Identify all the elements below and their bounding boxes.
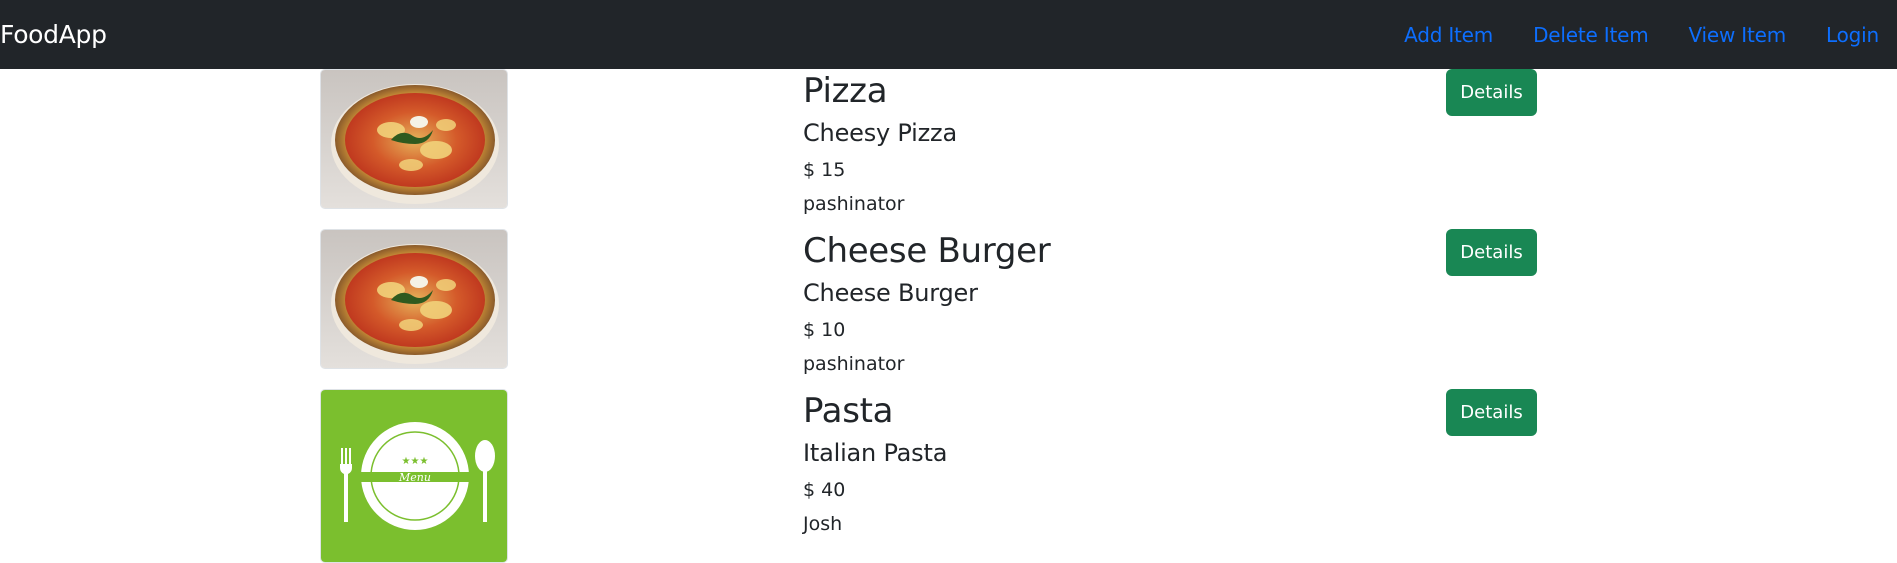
nav-delete-item-link[interactable]: Delete Item bbox=[1533, 23, 1649, 47]
brand-link[interactable]: FoodApp bbox=[0, 0, 107, 69]
nav-add-item-link[interactable]: Add Item bbox=[1404, 23, 1493, 47]
food-item: Cheese Burger Cheese Burger $ 10 pashina… bbox=[0, 229, 1897, 389]
svg-text:Menu: Menu bbox=[398, 471, 431, 484]
item-info: Pasta Italian Pasta $ 40 Josh bbox=[803, 389, 947, 537]
item-price: $ 40 bbox=[803, 479, 846, 501]
food-item: Pizza Cheesy Pizza $ 15 pashinator Detai… bbox=[0, 69, 1897, 229]
svg-text:★★★: ★★★ bbox=[402, 456, 429, 467]
item-info: Pizza Cheesy Pizza $ 15 pashinator bbox=[803, 69, 957, 217]
item-price: $ 10 bbox=[803, 319, 846, 341]
pizza-image bbox=[320, 229, 508, 369]
nav-links: Add Item Delete Item View Item Login bbox=[1364, 0, 1879, 69]
menu-plate-image: ★★★ Menu bbox=[320, 389, 508, 563]
nav-login-link[interactable]: Login bbox=[1826, 23, 1879, 47]
item-author: Josh bbox=[803, 513, 843, 535]
item-title: Pasta bbox=[803, 391, 894, 431]
item-title: Cheese Burger bbox=[803, 231, 1051, 271]
details-button[interactable]: Details bbox=[1446, 229, 1537, 276]
pizza-image bbox=[320, 69, 508, 209]
item-author: pashinator bbox=[803, 193, 905, 215]
item-price: $ 15 bbox=[803, 159, 846, 181]
food-item: ★★★ Menu Pasta Italian Pasta $ 40 Josh D… bbox=[0, 389, 1897, 563]
details-button[interactable]: Details bbox=[1446, 389, 1537, 436]
item-info: Cheese Burger Cheese Burger $ 10 pashina… bbox=[803, 229, 1051, 377]
details-button[interactable]: Details bbox=[1446, 69, 1537, 116]
item-description: Cheese Burger bbox=[803, 279, 978, 307]
item-description: Cheesy Pizza bbox=[803, 119, 957, 147]
item-title: Pizza bbox=[803, 71, 888, 111]
nav-view-item-link[interactable]: View Item bbox=[1688, 23, 1786, 47]
item-description: Italian Pasta bbox=[803, 439, 948, 467]
item-author: pashinator bbox=[803, 353, 905, 375]
navbar: FoodApp Add Item Delete Item View Item L… bbox=[0, 0, 1897, 69]
